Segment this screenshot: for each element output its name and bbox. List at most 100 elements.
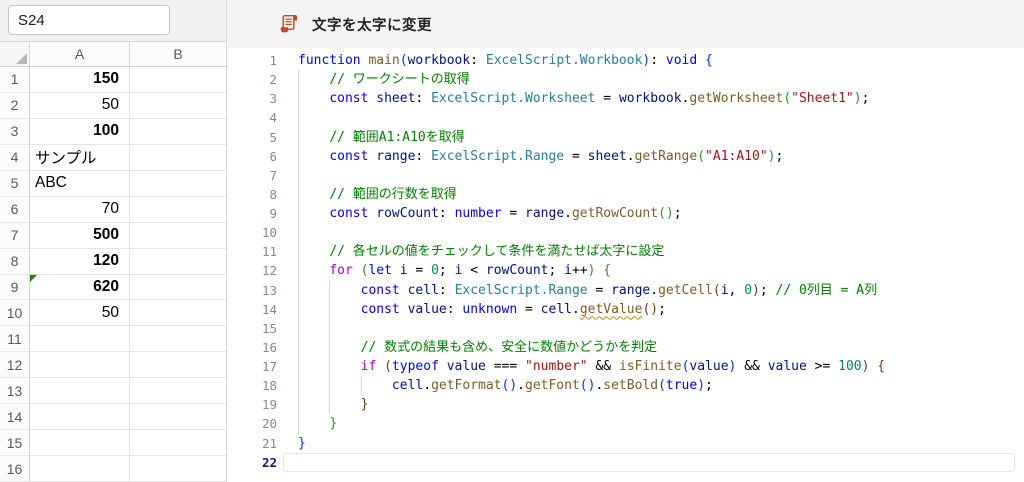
code-line-21[interactable]: 21}: [227, 434, 1024, 453]
cell-value: 50: [101, 96, 119, 114]
cell-a1[interactable]: 150: [30, 67, 130, 93]
code-line-15[interactable]: 15: [227, 318, 1024, 338]
code-line-1[interactable]: 1 function main(workbook: ExcelScript.Wor…: [227, 51, 1024, 70]
row-header[interactable]: 2: [0, 92, 30, 119]
code-line-12[interactable]: 12 for (let i = 0; i < rowCount; i++) {: [227, 261, 1024, 281]
cell-b4[interactable]: [130, 145, 226, 171]
indent-guide: [329, 299, 331, 319]
cell-b11[interactable]: [130, 326, 226, 353]
indent-guide: [298, 280, 299, 300]
cell-b12[interactable]: [130, 352, 226, 379]
cell-a15[interactable]: [30, 430, 130, 457]
code-content: // 範囲A1:A10を取得: [298, 127, 1024, 147]
row-header[interactable]: 7: [0, 222, 30, 249]
cell-a4[interactable]: サンプル: [30, 144, 130, 171]
line-number: 9: [269, 206, 277, 221]
cell-value: 50: [101, 303, 119, 321]
cell-name-box[interactable]: [8, 5, 170, 35]
row-header[interactable]: 4: [0, 144, 30, 171]
line-number: 6: [269, 148, 277, 164]
code-line-5[interactable]: 5 // 範囲A1:A10を取得: [227, 127, 1024, 147]
row-header[interactable]: 6: [0, 196, 30, 223]
code-line-9[interactable]: 9 const rowCount: number = range.getRowC…: [227, 204, 1024, 224]
column-header-a[interactable]: A: [30, 42, 130, 66]
cell-a6[interactable]: 70: [30, 196, 130, 223]
cell-b2[interactable]: [130, 93, 226, 119]
row-header[interactable]: 11: [0, 326, 30, 353]
cell-b1[interactable]: [130, 67, 226, 93]
cell-a10[interactable]: 50: [30, 300, 130, 327]
code-content: }: [298, 435, 306, 451]
code-line-20[interactable]: 20 }: [227, 414, 1024, 434]
code-line-10[interactable]: 10: [227, 223, 1024, 243]
row-header[interactable]: 14: [0, 404, 30, 431]
cell-a8[interactable]: 120: [30, 248, 130, 275]
cell-a2[interactable]: 50: [30, 92, 130, 119]
cell-value: ABC: [35, 174, 67, 192]
row-header[interactable]: 13: [0, 378, 30, 405]
row-header[interactable]: 15: [0, 430, 30, 457]
row-header[interactable]: 16: [0, 456, 30, 482]
cell-b5[interactable]: [130, 171, 226, 197]
cell-b7[interactable]: [130, 223, 226, 249]
line-number: 21: [261, 435, 277, 451]
indent-guide: [329, 395, 331, 415]
code-line-22[interactable]: 22: [227, 452, 1024, 472]
code-editor[interactable]: 1 function main(workbook: ExcelScript.Wor…: [227, 48, 1024, 482]
code-content: cell.getFormat().getFont().setBold(true)…: [298, 376, 1024, 396]
code-line-17[interactable]: 17 if (typeof value === "number" && isFi…: [227, 357, 1024, 377]
code-line-6[interactable]: 6 const range: ExcelScript.Range = sheet…: [227, 146, 1024, 166]
code-line-4[interactable]: 4: [227, 108, 1024, 128]
cell-a13[interactable]: [30, 378, 130, 405]
row-header[interactable]: 3: [0, 118, 30, 145]
code-line-18[interactable]: 18 cell.getFormat().getFont().setBold(tr…: [227, 376, 1024, 396]
code-line-2[interactable]: 2 // ワークシートの取得: [227, 70, 1024, 90]
row-header[interactable]: 5: [0, 170, 30, 197]
indent-guide: [329, 280, 331, 300]
cell-a5[interactable]: ABC: [30, 170, 130, 197]
cell-b16[interactable]: [130, 456, 226, 482]
indent-guide: [298, 165, 299, 185]
column-header-row: A B: [0, 41, 226, 67]
sheet-row: 3 100: [0, 118, 226, 145]
cell-a16[interactable]: [30, 456, 130, 482]
cell-b14[interactable]: [130, 404, 226, 431]
code-line-11[interactable]: 11 // 各セルの値をチェックして条件を満たせば太字に設定: [227, 242, 1024, 262]
cell-value: サンプル: [35, 150, 97, 168]
cell-b6[interactable]: [130, 197, 226, 223]
row-header[interactable]: 8: [0, 248, 30, 275]
row-header[interactable]: 10: [0, 300, 30, 327]
cell-a3[interactable]: 100: [30, 118, 130, 145]
line-number: 17: [261, 359, 277, 374]
code-line-14[interactable]: 14 const value: unknown = cell.getValue(…: [227, 299, 1024, 319]
code-line-19[interactable]: 19 }: [227, 395, 1024, 415]
cell-b13[interactable]: [130, 378, 226, 405]
indent-guide: [329, 318, 331, 338]
code-line-16[interactable]: 16 // 数式の結果も含め、安全に数値かどうかを判定: [227, 337, 1024, 357]
cell-b10[interactable]: [130, 300, 226, 327]
row-header[interactable]: 1: [0, 67, 30, 93]
indent-guide: [298, 299, 299, 319]
cell-b3[interactable]: [130, 119, 226, 145]
cell-a11[interactable]: [30, 326, 130, 353]
row-header[interactable]: 12: [0, 352, 30, 379]
indent-guide: [298, 395, 299, 415]
indent-guide: [329, 337, 331, 357]
cell-b8[interactable]: [130, 249, 226, 275]
column-header-b[interactable]: B: [130, 42, 226, 66]
cell-a12[interactable]: [30, 352, 130, 379]
cell-b15[interactable]: [130, 430, 226, 457]
code-line-3[interactable]: 3 const sheet: ExcelScript.Worksheet = w…: [227, 89, 1024, 109]
code-line-7[interactable]: 7: [227, 165, 1024, 185]
cell-value: 120: [93, 252, 119, 270]
row-header[interactable]: 9: [0, 274, 30, 301]
sheet-row: 9 620: [0, 274, 226, 301]
code-content: const sheet: ExcelScript.Worksheet = wor…: [298, 89, 1024, 109]
code-line-8[interactable]: 8 // 範囲の行数を取得: [227, 184, 1024, 204]
code-line-13[interactable]: 13 const cell: ExcelScript.Range = range…: [227, 280, 1024, 300]
cell-a14[interactable]: [30, 404, 130, 431]
cell-a9[interactable]: 620: [30, 274, 130, 301]
cell-b9[interactable]: [130, 275, 226, 301]
select-all-corner[interactable]: [0, 42, 30, 66]
cell-a7[interactable]: 500: [30, 222, 130, 249]
